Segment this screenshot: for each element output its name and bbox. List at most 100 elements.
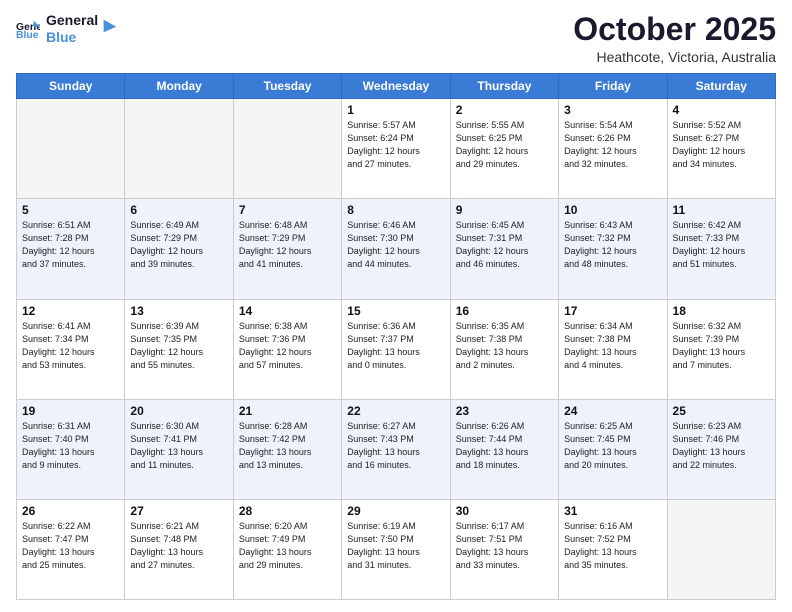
table-row: 31 Sunrise: 6:16 AM Sunset: 7:52 PM Dayli…: [559, 499, 667, 599]
day-info: Sunrise: 6:21 AM Sunset: 7:48 PM Dayligh…: [130, 520, 227, 572]
col-monday: Monday: [125, 74, 233, 99]
day-number: 13: [130, 304, 227, 318]
day-number: 11: [673, 203, 770, 217]
day-info: Sunrise: 6:36 AM Sunset: 7:37 PM Dayligh…: [347, 320, 444, 372]
day-info: Sunrise: 6:31 AM Sunset: 7:40 PM Dayligh…: [22, 420, 119, 472]
day-info: Sunrise: 6:30 AM Sunset: 7:41 PM Dayligh…: [130, 420, 227, 472]
day-number: 3: [564, 103, 661, 117]
day-info: Sunrise: 6:41 AM Sunset: 7:34 PM Dayligh…: [22, 320, 119, 372]
day-info: Sunrise: 6:27 AM Sunset: 7:43 PM Dayligh…: [347, 420, 444, 472]
day-number: 30: [456, 504, 553, 518]
day-info: Sunrise: 6:22 AM Sunset: 7:47 PM Dayligh…: [22, 520, 119, 572]
day-info: Sunrise: 5:55 AM Sunset: 6:25 PM Dayligh…: [456, 119, 553, 171]
day-number: 1: [347, 103, 444, 117]
table-row: [17, 99, 125, 199]
day-info: Sunrise: 6:45 AM Sunset: 7:31 PM Dayligh…: [456, 219, 553, 271]
table-row: 16 Sunrise: 6:35 AM Sunset: 7:38 PM Dayli…: [450, 299, 558, 399]
day-info: Sunrise: 6:20 AM Sunset: 7:49 PM Dayligh…: [239, 520, 336, 572]
table-row: 13 Sunrise: 6:39 AM Sunset: 7:35 PM Dayli…: [125, 299, 233, 399]
day-number: 4: [673, 103, 770, 117]
day-number: 24: [564, 404, 661, 418]
day-info: Sunrise: 6:26 AM Sunset: 7:44 PM Dayligh…: [456, 420, 553, 472]
col-tuesday: Tuesday: [233, 74, 341, 99]
day-info: Sunrise: 6:39 AM Sunset: 7:35 PM Dayligh…: [130, 320, 227, 372]
day-info: Sunrise: 6:46 AM Sunset: 7:30 PM Dayligh…: [347, 219, 444, 271]
table-row: 3 Sunrise: 5:54 AM Sunset: 6:26 PM Daylig…: [559, 99, 667, 199]
day-number: 17: [564, 304, 661, 318]
table-row: 28Sunrise: 6:20 AM Sunset: 7:49 PM Dayli…: [233, 499, 341, 599]
day-number: 19: [22, 404, 119, 418]
logo-icon: General Blue: [16, 19, 40, 39]
table-row: 30 Sunrise: 6:17 AM Sunset: 7:51 PM Dayli…: [450, 499, 558, 599]
day-info: Sunrise: 6:48 AM Sunset: 7:29 PM Dayligh…: [239, 219, 336, 271]
table-row: 23 Sunrise: 6:26 AM Sunset: 7:44 PM Dayli…: [450, 399, 558, 499]
day-info: Sunrise: 6:35 AM Sunset: 7:38 PM Dayligh…: [456, 320, 553, 372]
col-thursday: Thursday: [450, 74, 558, 99]
day-number: 21: [239, 404, 336, 418]
table-row: 9 Sunrise: 6:45 AM Sunset: 7:31 PM Daylig…: [450, 199, 558, 299]
day-number: 15: [347, 304, 444, 318]
day-info: Sunrise: 6:43 AM Sunset: 7:32 PM Dayligh…: [564, 219, 661, 271]
day-number: 25: [673, 404, 770, 418]
table-row: 24 Sunrise: 6:25 AM Sunset: 7:45 PM Dayli…: [559, 399, 667, 499]
day-number: 23: [456, 404, 553, 418]
table-row: 20 Sunrise: 6:30 AM Sunset: 7:41 PM Dayli…: [125, 399, 233, 499]
day-info: Sunrise: 6:19 AM Sunset: 7:50 PM Dayligh…: [347, 520, 444, 572]
day-number: 5: [22, 203, 119, 217]
col-wednesday: Wednesday: [342, 74, 450, 99]
day-number: 27: [130, 504, 227, 518]
table-row: 5 Sunrise: 6:51 AM Sunset: 7:28 PM Daylig…: [17, 199, 125, 299]
day-info: Sunrise: 6:42 AM Sunset: 7:33 PM Dayligh…: [673, 219, 770, 271]
calendar-table: Sunday Monday Tuesday Wednesday Thursday…: [16, 73, 776, 600]
day-info: Sunrise: 6:16 AM Sunset: 7:52 PM Dayligh…: [564, 520, 661, 572]
day-number: 2: [456, 103, 553, 117]
logo: General Blue General Blue: [16, 12, 118, 46]
table-row: 8Sunrise: 6:46 AM Sunset: 7:30 PM Daylig…: [342, 199, 450, 299]
day-number: 18: [673, 304, 770, 318]
calendar-week-row: 19 Sunrise: 6:31 AM Sunset: 7:40 PM Dayli…: [17, 399, 776, 499]
month-title: October 2025: [573, 12, 776, 47]
calendar-week-row: 12Sunrise: 6:41 AM Sunset: 7:34 PM Dayli…: [17, 299, 776, 399]
day-info: Sunrise: 6:51 AM Sunset: 7:28 PM Dayligh…: [22, 219, 119, 271]
day-info: Sunrise: 6:17 AM Sunset: 7:51 PM Dayligh…: [456, 520, 553, 572]
table-row: 19 Sunrise: 6:31 AM Sunset: 7:40 PM Dayli…: [17, 399, 125, 499]
day-number: 7: [239, 203, 336, 217]
table-row: 2 Sunrise: 5:55 AM Sunset: 6:25 PM Daylig…: [450, 99, 558, 199]
day-number: 31: [564, 504, 661, 518]
day-info: Sunrise: 6:34 AM Sunset: 7:38 PM Dayligh…: [564, 320, 661, 372]
table-row: 6 Sunrise: 6:49 AM Sunset: 7:29 PM Daylig…: [125, 199, 233, 299]
table-row: 25 Sunrise: 6:23 AM Sunset: 7:46 PM Dayli…: [667, 399, 775, 499]
col-sunday: Sunday: [17, 74, 125, 99]
day-info: Sunrise: 6:49 AM Sunset: 7:29 PM Dayligh…: [130, 219, 227, 271]
table-row: [233, 99, 341, 199]
logo-blue: Blue: [46, 29, 98, 46]
table-row: 10Sunrise: 6:43 AM Sunset: 7:32 PM Dayli…: [559, 199, 667, 299]
calendar-week-row: 1Sunrise: 5:57 AM Sunset: 6:24 PM Daylig…: [17, 99, 776, 199]
table-row: [125, 99, 233, 199]
table-row: 15 Sunrise: 6:36 AM Sunset: 7:37 PM Dayli…: [342, 299, 450, 399]
svg-text:Blue: Blue: [16, 30, 39, 39]
table-row: 7 Sunrise: 6:48 AM Sunset: 7:29 PM Daylig…: [233, 199, 341, 299]
day-number: 26: [22, 504, 119, 518]
calendar-week-row: 26 Sunrise: 6:22 AM Sunset: 7:47 PM Dayli…: [17, 499, 776, 599]
calendar-week-row: 5 Sunrise: 6:51 AM Sunset: 7:28 PM Daylig…: [17, 199, 776, 299]
table-row: [667, 499, 775, 599]
day-number: 9: [456, 203, 553, 217]
page: General Blue General Blue October 2025 H…: [0, 0, 792, 612]
table-row: 14Sunrise: 6:38 AM Sunset: 7:36 PM Dayli…: [233, 299, 341, 399]
table-row: 21Sunrise: 6:28 AM Sunset: 7:42 PM Dayli…: [233, 399, 341, 499]
day-info: Sunrise: 5:54 AM Sunset: 6:26 PM Dayligh…: [564, 119, 661, 171]
day-info: Sunrise: 6:25 AM Sunset: 7:45 PM Dayligh…: [564, 420, 661, 472]
day-number: 20: [130, 404, 227, 418]
day-info: Sunrise: 6:23 AM Sunset: 7:46 PM Dayligh…: [673, 420, 770, 472]
table-row: 18Sunrise: 6:32 AM Sunset: 7:39 PM Dayli…: [667, 299, 775, 399]
day-number: 22: [347, 404, 444, 418]
table-row: 4Sunrise: 5:52 AM Sunset: 6:27 PM Daylig…: [667, 99, 775, 199]
table-row: 22 Sunrise: 6:27 AM Sunset: 7:43 PM Dayli…: [342, 399, 450, 499]
table-row: 1Sunrise: 5:57 AM Sunset: 6:24 PM Daylig…: [342, 99, 450, 199]
col-friday: Friday: [559, 74, 667, 99]
logo-general: General: [46, 12, 98, 29]
day-info: Sunrise: 6:38 AM Sunset: 7:36 PM Dayligh…: [239, 320, 336, 372]
day-number: 16: [456, 304, 553, 318]
day-number: 6: [130, 203, 227, 217]
